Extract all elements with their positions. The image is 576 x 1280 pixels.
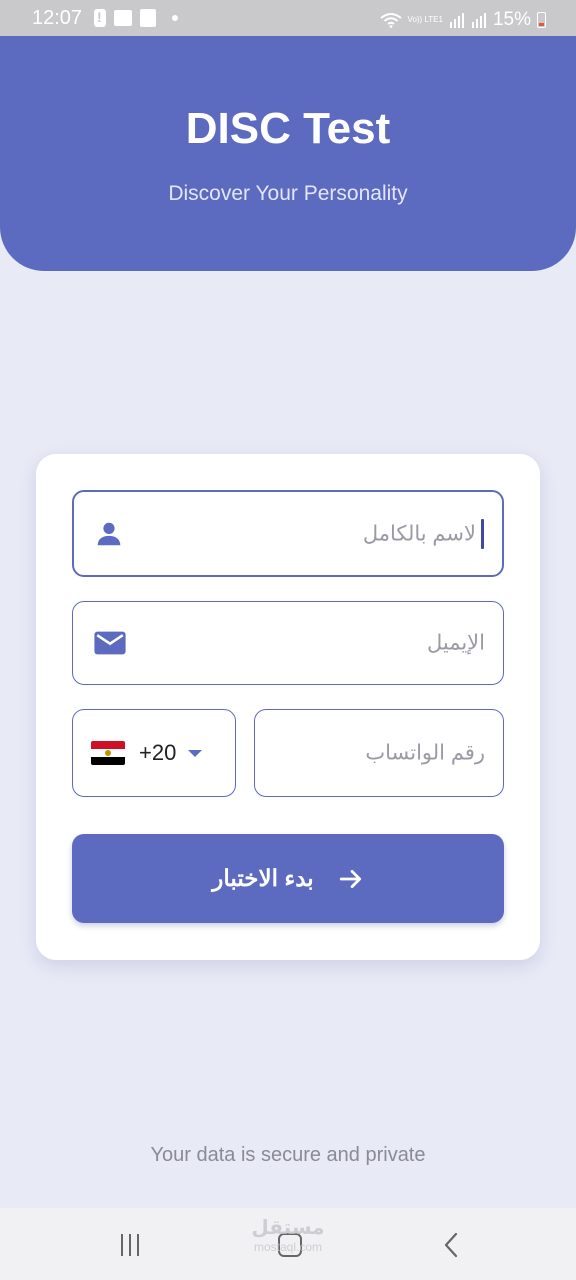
start-test-button[interactable]: بدء الاختبار xyxy=(72,834,504,923)
battery-percentage: 15% xyxy=(492,9,531,30)
arrow-right-icon xyxy=(339,869,361,888)
full-name-placeholder: لاسم بالكامل xyxy=(362,522,476,545)
full-name-field[interactable]: لاسم بالكامل xyxy=(72,490,504,577)
battery-icon xyxy=(537,12,546,28)
person-icon xyxy=(97,522,121,545)
signal-icon-2 xyxy=(471,13,486,28)
sim-card-icon xyxy=(140,9,156,27)
status-time: 12:07 xyxy=(32,7,83,29)
watermark-text-en: mostaql.com xyxy=(253,1240,323,1254)
email-placeholder: الإيميل xyxy=(426,631,485,655)
whatsapp-number-field[interactable]: رقم الواتساب xyxy=(254,709,504,797)
egypt-flag-icon xyxy=(91,741,125,765)
gallery-icon xyxy=(114,10,132,26)
email-field[interactable]: الإيميل xyxy=(72,601,504,685)
recents-icon xyxy=(121,1234,123,1256)
text-cursor xyxy=(481,518,484,549)
wifi-icon xyxy=(379,13,402,28)
privacy-note: Your data is secure and private xyxy=(150,1144,426,1166)
notification-icons xyxy=(94,9,178,27)
recents-button[interactable] xyxy=(110,1228,150,1262)
header-banner: DISC Test Discover Your Personality xyxy=(0,36,576,271)
chevron-down-icon xyxy=(188,749,203,757)
more-notifications-dot-icon xyxy=(172,15,178,21)
volte-label: Vo)) LTE1 xyxy=(407,15,443,24)
page-title: DISC Test xyxy=(185,104,391,153)
watermark-text-ar: مستقل xyxy=(251,1217,325,1239)
watermark-logo: مستقل mostaql.com xyxy=(240,1216,336,1254)
page-subtitle: Discover Your Personality xyxy=(168,182,408,205)
recents-icon-bar xyxy=(129,1234,131,1256)
back-icon xyxy=(444,1232,458,1258)
back-button[interactable] xyxy=(432,1228,472,1262)
signal-icon xyxy=(449,13,464,28)
registration-card: لاسم بالكامل الإيميل +20 رقم الواتساب بد… xyxy=(36,454,540,960)
status-bar: 12:07 Vo)) LTE1 15% xyxy=(0,0,576,36)
alert-icon xyxy=(94,9,106,27)
country-code-selector[interactable]: +20 xyxy=(72,709,236,797)
start-test-label: بدء الاختبار xyxy=(212,865,314,891)
whatsapp-placeholder: رقم الواتساب xyxy=(365,741,485,765)
system-icons: Vo)) LTE1 15% xyxy=(379,9,546,31)
dial-code: +20 xyxy=(139,740,177,765)
mail-icon xyxy=(94,631,126,655)
recents-icon-bar xyxy=(137,1234,139,1256)
